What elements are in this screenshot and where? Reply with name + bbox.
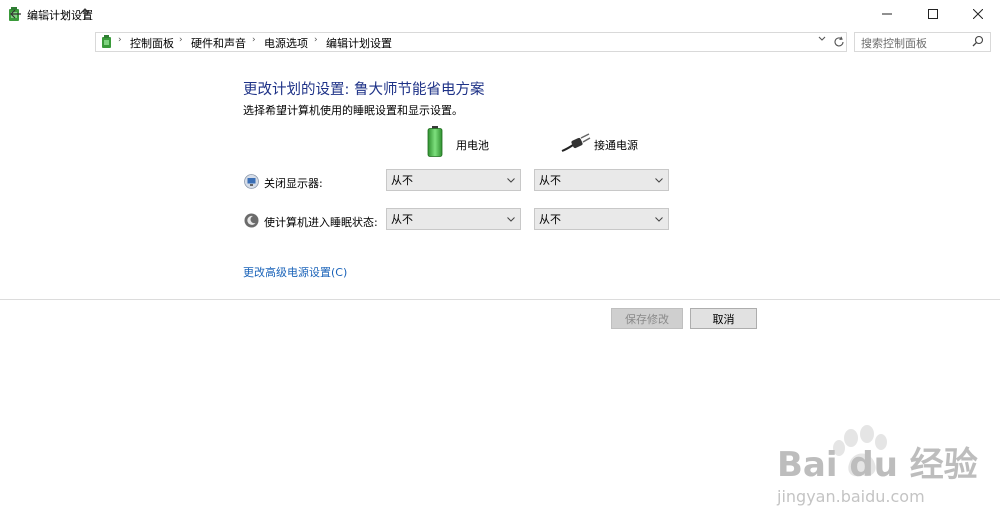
- sleep-battery-select[interactable]: 从不: [386, 208, 521, 230]
- back-button[interactable]: [7, 5, 25, 23]
- turn-off-display-label: 关闭显示器:: [264, 177, 323, 190]
- minimize-button[interactable]: [864, 0, 910, 28]
- page-subtitle: 选择希望计算机使用的睡眠设置和显示设置。: [243, 104, 463, 117]
- breadcrumb-power-options[interactable]: 电源选项: [264, 35, 308, 51]
- forward-button[interactable]: [35, 5, 53, 23]
- breadcrumb-separator: ›: [118, 35, 122, 45]
- minimize-icon: [882, 13, 892, 15]
- recent-chevron-icon: [62, 11, 70, 16]
- select-value: 从不: [539, 213, 561, 226]
- up-arrow-icon: [80, 8, 90, 19]
- save-changes-button[interactable]: 保存修改: [611, 308, 683, 329]
- close-button[interactable]: [955, 0, 1000, 28]
- select-value: 从不: [391, 213, 413, 226]
- column-header-plugged-in: 接通电源: [594, 139, 638, 152]
- watermark-url: jingyan.baidu.com: [777, 487, 925, 506]
- breadcrumb-hardware-sound[interactable]: 硬件和声音: [191, 35, 246, 51]
- battery-icon: [427, 126, 443, 157]
- sleep-moon-icon: [244, 213, 259, 228]
- select-value: 从不: [391, 174, 413, 187]
- breadcrumb-separator: ›: [314, 35, 318, 45]
- chevron-down-icon: [507, 217, 515, 222]
- search-placeholder: 搜索控制面板: [861, 37, 927, 50]
- watermark-text: Bai du 经验: [777, 445, 978, 485]
- select-value: 从不: [539, 174, 561, 187]
- maximize-icon: [928, 9, 938, 19]
- breadcrumb-edit-plan[interactable]: 编辑计划设置: [326, 35, 392, 51]
- turn-off-display-plugged-select[interactable]: 从不: [534, 169, 669, 191]
- chevron-down-icon: [655, 178, 663, 183]
- cancel-button[interactable]: 取消: [690, 308, 757, 329]
- address-dropdown-button[interactable]: [818, 35, 826, 45]
- display-icon: [244, 174, 259, 189]
- search-icon[interactable]: [972, 35, 984, 47]
- breadcrumb-separator: ›: [179, 35, 183, 45]
- maximize-button[interactable]: [910, 0, 956, 28]
- plug-icon: [561, 133, 591, 152]
- refresh-icon: [834, 36, 844, 47]
- breadcrumb-separator: ›: [252, 35, 256, 45]
- advanced-power-settings-link[interactable]: 更改高级电源设置(C): [243, 264, 347, 280]
- up-button[interactable]: [76, 5, 94, 23]
- control-panel-icon: [102, 35, 111, 48]
- refresh-button[interactable]: [832, 33, 846, 51]
- recent-locations-button[interactable]: [57, 5, 75, 23]
- chevron-down-icon: [655, 217, 663, 222]
- column-header-battery: 用电池: [456, 139, 489, 152]
- separator: [0, 299, 1000, 300]
- breadcrumb-control-panel[interactable]: 控制面板: [130, 35, 174, 51]
- chevron-down-icon: [507, 178, 515, 183]
- back-arrow-icon: [10, 9, 21, 19]
- page-title: 更改计划的设置: 鲁大师节能省电方案: [243, 82, 485, 98]
- forward-arrow-icon: [39, 9, 50, 19]
- close-icon: [973, 9, 983, 19]
- turn-off-display-battery-select[interactable]: 从不: [386, 169, 521, 191]
- sleep-label: 使计算机进入睡眠状态:: [264, 216, 378, 229]
- sleep-plugged-select[interactable]: 从不: [534, 208, 669, 230]
- title-bar: [0, 0, 1000, 28]
- chevron-down-icon: [818, 36, 826, 41]
